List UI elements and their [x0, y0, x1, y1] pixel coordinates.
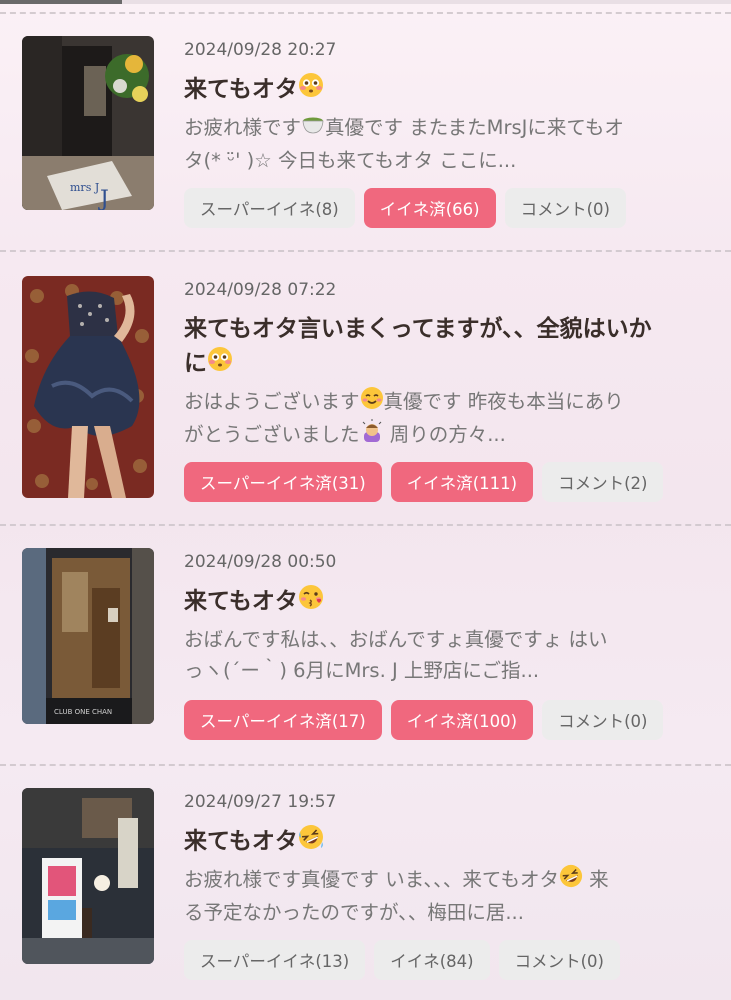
- excerpt-text: がとうございました: [184, 423, 360, 446]
- bowing-person-icon: [360, 419, 384, 452]
- excerpt-text: 真優です 昨夜も本当にあり: [383, 390, 624, 413]
- post-actions: スーパーイイネ(8) イイネ済(66) コメント(0): [184, 188, 626, 228]
- post-title-text: 来てもオタ: [184, 828, 298, 855]
- excerpt-text: おはようございます: [184, 390, 360, 413]
- post-actions: スーパーイイネ済(17) イイネ済(100) コメント(0): [184, 700, 664, 740]
- like-button[interactable]: イイネ(84): [374, 940, 490, 980]
- flushed-face-icon: [207, 346, 233, 382]
- post-date: 2024/09/28 07:22: [184, 280, 337, 300]
- kissing-face-icon: [298, 584, 324, 620]
- post-title[interactable]: 来てもオタ言いまくってますが、、全貌はいか に: [184, 312, 704, 382]
- comment-button[interactable]: コメント(2): [542, 462, 664, 502]
- post-thumbnail[interactable]: CLUB ONE CHAN: [22, 548, 154, 724]
- smiling-face-icon: [360, 386, 384, 419]
- like-button[interactable]: イイネ済(100): [390, 700, 534, 740]
- excerpt-text: っヽ(´ー｀) 6月にMrs. J 上野店にご指...: [184, 659, 540, 682]
- post-thumbnail[interactable]: [22, 276, 154, 498]
- excerpt-text: 周りの方々...: [383, 423, 506, 446]
- tea-cup-icon: [301, 112, 325, 145]
- rofl-face-icon: [559, 864, 583, 897]
- excerpt-text: 来: [582, 868, 609, 891]
- post-excerpt: おはようございます 真優です 昨夜も本当にあり がとうございました 周りの方々..…: [184, 386, 704, 452]
- top-progress-bar: [0, 0, 731, 4]
- post-title[interactable]: 来てもオタ: [184, 72, 704, 108]
- excerpt-text: 真優です またまたMrsJに来てもオ: [325, 116, 624, 139]
- thumbnail-sign-text: mrs J: [70, 181, 99, 194]
- excerpt-text: タ(* ᵕ̈' )☆ 今日も来てもオタ ここに...: [184, 149, 517, 172]
- post-item[interactable]: mrs J J 2024/09/28 20:27 来てもオタ お疲れ様です 真優で…: [0, 14, 731, 252]
- post-excerpt: お疲れ様です 真優です またまたMrsJに来てもオ タ(* ᵕ̈' )☆ 今日も来…: [184, 112, 704, 176]
- excerpt-text: る予定なかったのですが、、梅田に居...: [184, 901, 524, 924]
- post-title-text: 来てもオタ言いまくってますが、、全貌はいか: [184, 316, 652, 342]
- like-button[interactable]: イイネ済(66): [363, 188, 496, 228]
- excerpt-text: お疲れ様です真優です いま、、、来てもオタ: [184, 868, 559, 891]
- thumbnail-sign-letter: J: [98, 187, 109, 210]
- post-date: 2024/09/28 00:50: [184, 552, 337, 572]
- post-actions: スーパーイイネ(13) イイネ(84) コメント(0): [184, 940, 620, 980]
- post-actions: スーパーイイネ済(31) イイネ済(111) コメント(2): [184, 462, 664, 502]
- post-title-text: 来てもオタ: [184, 76, 298, 103]
- post-item[interactable]: 2024/09/27 19:57 来てもオタ お疲れ様です真優です いま、、、来…: [0, 766, 731, 1000]
- post-excerpt: おばんです私は、、おばんですょ真優ですょ はい っヽ(´ー｀) 6月にMrs. …: [184, 624, 704, 686]
- post-feed: mrs J J 2024/09/28 20:27 来てもオタ お疲れ様です 真優で…: [0, 14, 731, 1000]
- post-thumbnail[interactable]: mrs J J: [22, 36, 154, 210]
- excerpt-text: お疲れ様です: [184, 116, 302, 139]
- thumbnail-sign-text: CLUB ONE CHAN: [54, 708, 112, 716]
- flushed-face-icon: [298, 72, 324, 108]
- super-like-button[interactable]: スーパーイイネ(13): [184, 940, 366, 980]
- excerpt-text: おばんです私は、、おばんですょ真優ですょ はい: [184, 628, 608, 651]
- super-like-button[interactable]: スーパーイイネ済(31): [184, 462, 382, 502]
- post-title-text: に: [184, 350, 207, 377]
- post-date: 2024/09/28 20:27: [184, 40, 337, 60]
- super-like-button[interactable]: スーパーイイネ(8): [184, 188, 355, 228]
- post-thumbnail[interactable]: [22, 788, 154, 964]
- post-title-text: 来てもオタ: [184, 588, 298, 615]
- comment-button[interactable]: コメント(0): [498, 940, 620, 980]
- post-title[interactable]: 来てもオタ: [184, 584, 704, 620]
- post-title[interactable]: 来てもオタ: [184, 824, 704, 860]
- comment-button[interactable]: コメント(0): [542, 700, 664, 740]
- post-date: 2024/09/27 19:57: [184, 792, 337, 812]
- like-button[interactable]: イイネ済(111): [390, 462, 534, 502]
- post-item[interactable]: 2024/09/28 07:22 来てもオタ言いまくってますが、、全貌はいか に…: [0, 252, 731, 526]
- comment-button[interactable]: コメント(0): [504, 188, 626, 228]
- post-excerpt: お疲れ様です真優です いま、、、来てもオタ 来 る予定なかったのですが、、梅田に…: [184, 864, 704, 928]
- rofl-face-icon: [298, 824, 324, 860]
- top-progress-indicator: [0, 0, 122, 4]
- super-like-button[interactable]: スーパーイイネ済(17): [184, 700, 382, 740]
- post-item[interactable]: CLUB ONE CHAN 2024/09/28 00:50 来てもオタ おばん…: [0, 526, 731, 766]
